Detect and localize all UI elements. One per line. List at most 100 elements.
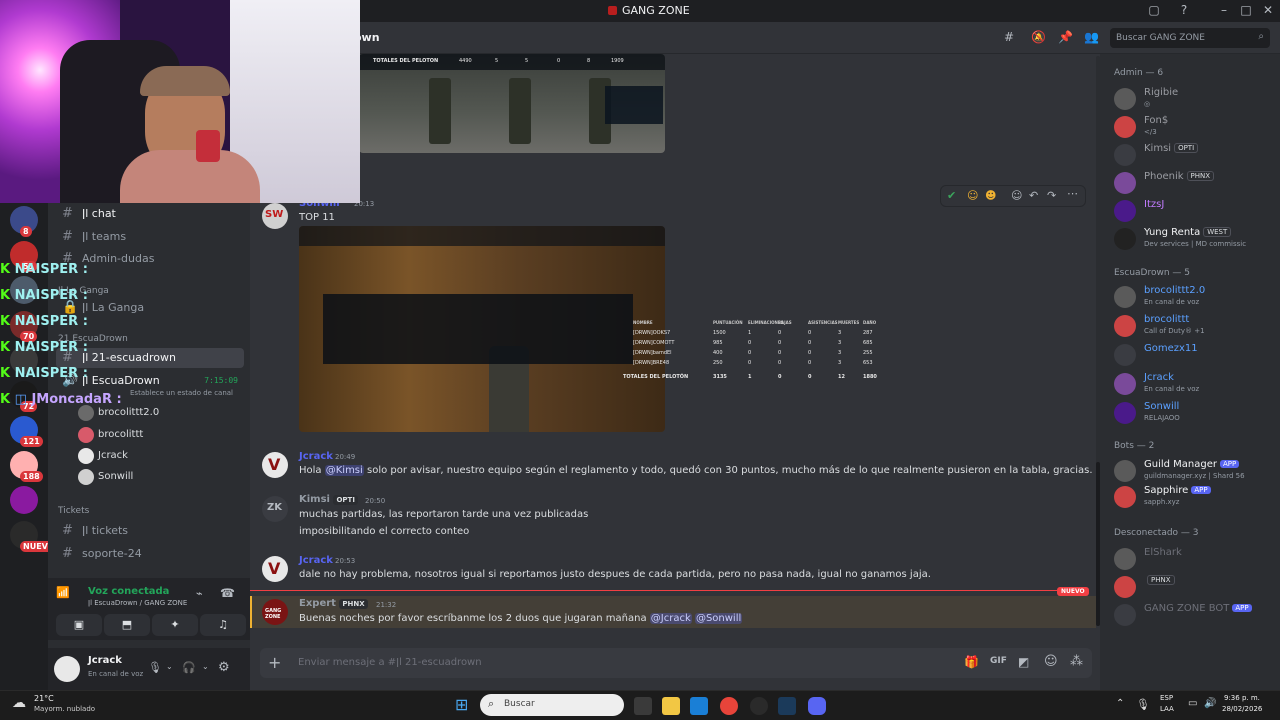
- member-item[interactable]: Rigibie ◎: [1114, 86, 1274, 112]
- member-item[interactable]: ItzsJ: [1114, 198, 1274, 224]
- laugh-emoji-icon[interactable]: ☻: [985, 189, 996, 202]
- chevron-down-icon[interactable]: ⌄: [166, 662, 173, 671]
- member-item[interactable]: Sonwill RELAJAOO: [1114, 400, 1274, 426]
- clock-date[interactable]: 28/02/2026: [1222, 705, 1262, 713]
- user-mention[interactable]: @Jcrack: [649, 613, 692, 624]
- username[interactable]: Jcrack: [88, 655, 122, 666]
- message-author[interactable]: Jcrack: [299, 451, 333, 462]
- noise-suppression-icon[interactable]: ⌁: [196, 587, 203, 600]
- message-author[interactable]: Jcrack: [299, 555, 333, 566]
- embed-image-scoreboard[interactable]: [299, 226, 665, 432]
- mute-icon[interactable]: 🔕: [1031, 30, 1046, 44]
- more-icon[interactable]: ⋯: [1067, 187, 1078, 200]
- composer-input[interactable]: Enviar mensaje a #ǀl 21-escuadrown: [298, 657, 482, 668]
- avatar[interactable]: SW: [262, 203, 288, 229]
- gift-icon[interactable]: 🎁: [964, 655, 979, 669]
- apps-icon[interactable]: ⁂: [1070, 654, 1083, 669]
- close-button[interactable]: ✕: [1260, 3, 1276, 17]
- add-attachment-icon[interactable]: +: [268, 653, 281, 672]
- screen-share-button[interactable]: ⬒: [104, 614, 150, 636]
- voice-status[interactable]: Voz conectada: [88, 586, 169, 597]
- volume-icon[interactable]: 🔊: [1204, 698, 1216, 709]
- reply-icon[interactable]: ↶: [1029, 189, 1038, 202]
- chevron-up-icon[interactable]: ⌃: [1116, 698, 1124, 709]
- member-item[interactable]: ElShark: [1114, 546, 1274, 572]
- member-item[interactable]: brocolittt2.0 En canal de voz: [1114, 284, 1274, 310]
- channel-soporte-24[interactable]: # soporte-24: [56, 544, 244, 564]
- windows-start-icon[interactable]: ⊞: [455, 695, 468, 714]
- inbox-icon[interactable]: ▢: [1146, 3, 1162, 17]
- language-indicator[interactable]: ESP: [1160, 694, 1173, 702]
- channel-tickets[interactable]: # ǀl tickets: [56, 521, 244, 541]
- task-view-icon[interactable]: [634, 697, 652, 715]
- check-emoji-icon[interactable]: ✔: [947, 189, 956, 202]
- member-item[interactable]: Yung Renta WEST Dev services | MD commissi…: [1114, 226, 1274, 252]
- file-explorer-icon[interactable]: [662, 697, 680, 715]
- message-composer[interactable]: + Enviar mensaje a #ǀl 21-escuadrown 🎁 G…: [260, 648, 1092, 678]
- voice-location[interactable]: ǀl EscuaDrown / GANG ZONE: [88, 599, 187, 607]
- soundboard-button[interactable]: ♫: [200, 614, 246, 636]
- steam-icon[interactable]: [778, 697, 796, 715]
- message-author[interactable]: Expert PHNX: [299, 598, 368, 609]
- activity-button[interactable]: ✦: [152, 614, 198, 636]
- outlook-icon[interactable]: [690, 697, 708, 715]
- channel-status-hint[interactable]: Establece un estado de canal: [130, 389, 233, 397]
- add-reaction-icon[interactable]: ☺: [1011, 189, 1022, 202]
- network-icon[interactable]: ▭: [1188, 698, 1197, 709]
- avatar[interactable]: V: [262, 556, 288, 582]
- avatar[interactable]: GANG ZONE: [262, 599, 288, 625]
- chevron-down-icon[interactable]: ⌄: [202, 662, 209, 671]
- emoji-icon[interactable]: ☺: [1044, 654, 1058, 669]
- headphones-icon[interactable]: 🎧: [182, 661, 196, 674]
- discord-icon[interactable]: [808, 697, 826, 715]
- member-item[interactable]: Phoenik PHNX: [1114, 170, 1274, 196]
- microphone-icon[interactable]: 🎙: [1136, 698, 1150, 711]
- member-item[interactable]: Gomezx11: [1114, 342, 1274, 368]
- member-item[interactable]: Guild Manager APP guildmanager.xyz | Shard…: [1114, 458, 1274, 484]
- message-author[interactable]: Kimsi OPTI: [299, 494, 358, 505]
- app-icon[interactable]: [750, 697, 768, 715]
- threads-icon[interactable]: #: [1004, 30, 1014, 44]
- help-icon[interactable]: ?: [1176, 3, 1192, 17]
- weather-temp[interactable]: 21°C: [34, 694, 54, 703]
- avatar[interactable]: ZK: [262, 496, 288, 522]
- voice-user[interactable]: Jcrack: [78, 447, 128, 465]
- taskbar-search[interactable]: ⌕ Buscar: [480, 694, 624, 716]
- channel-teams[interactable]: # ǀl teams: [56, 227, 244, 247]
- member-list-icon[interactable]: 👥: [1084, 30, 1099, 44]
- member-item[interactable]: Jcrack En canal de voz: [1114, 371, 1274, 397]
- server-icon[interactable]: [10, 486, 38, 514]
- pin-icon[interactable]: 📌: [1058, 30, 1073, 44]
- voice-user[interactable]: brocolittt: [78, 426, 143, 444]
- chrome-icon[interactable]: [720, 697, 738, 715]
- gear-icon[interactable]: ⚙: [218, 660, 230, 675]
- clock-time[interactable]: 9:36 p. m.: [1224, 694, 1260, 702]
- member-item[interactable]: Fon$ </3: [1114, 114, 1274, 140]
- member-item[interactable]: PHNX: [1114, 574, 1274, 600]
- member-item[interactable]: GANG ZONE BOT APP: [1114, 602, 1274, 628]
- user-mention[interactable]: @Sonwill: [694, 613, 743, 624]
- member-item[interactable]: Kimsi OPTI: [1114, 142, 1274, 168]
- forward-icon[interactable]: ↷: [1047, 189, 1056, 202]
- user-mention[interactable]: @Kimsi: [324, 465, 364, 476]
- weather-desc[interactable]: Mayorm. nublado: [34, 705, 95, 713]
- member-item[interactable]: brocolittt Call of Duty® +1: [1114, 313, 1274, 339]
- scoreboard-cell: [DRWN]BRE48: [633, 360, 670, 366]
- member-item[interactable]: Sapphire APP sapph.xyz: [1114, 484, 1274, 510]
- avatar[interactable]: V: [262, 452, 288, 478]
- avatar[interactable]: [54, 656, 80, 682]
- voice-user[interactable]: Sonwill: [78, 468, 133, 486]
- channel-chat[interactable]: # ǀl chat: [56, 204, 244, 224]
- category-tickets[interactable]: Tickets: [58, 506, 89, 516]
- microphone-icon[interactable]: 🎙: [148, 661, 162, 674]
- smile-emoji-icon[interactable]: ☺: [967, 189, 978, 202]
- minimize-button[interactable]: –: [1216, 3, 1232, 17]
- camera-button[interactable]: ▣: [56, 614, 102, 636]
- disconnect-icon[interactable]: ☎: [220, 586, 235, 600]
- weather-icon[interactable]: ☁: [12, 695, 26, 711]
- maximize-button[interactable]: □: [1238, 3, 1254, 17]
- gif-icon[interactable]: GIF: [990, 656, 1007, 666]
- sticker-icon[interactable]: ◩: [1018, 655, 1029, 669]
- embed-image-top[interactable]: TOTALES DEL PELOTON 4490 5 5 0 8 1909: [359, 54, 665, 153]
- search-input[interactable]: Buscar GANG ZONE ⌕: [1110, 28, 1270, 48]
